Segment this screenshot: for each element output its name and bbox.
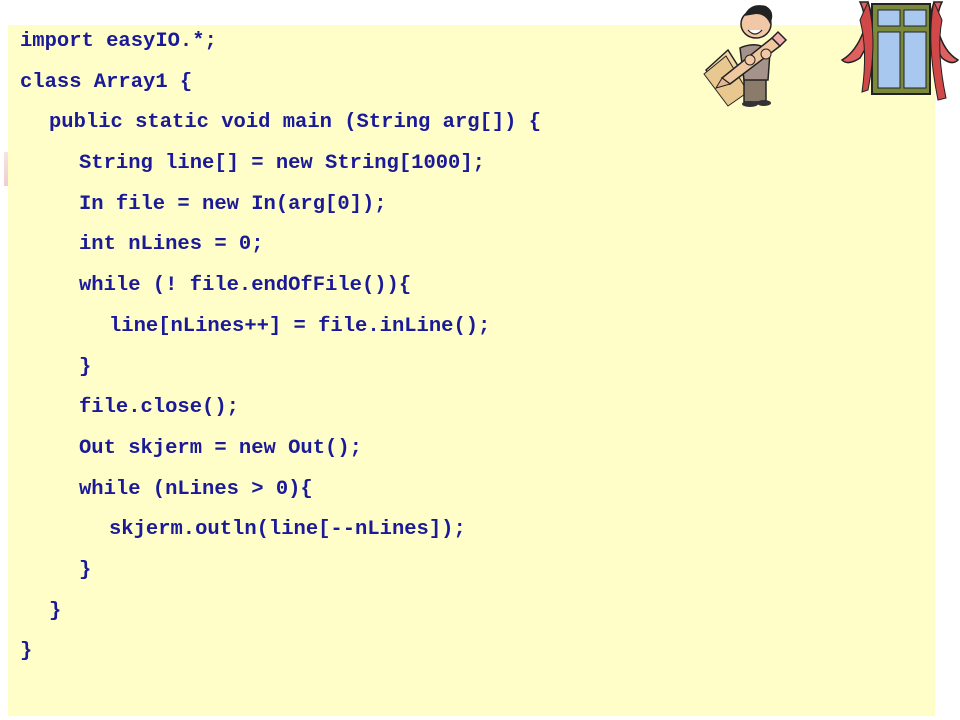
code-line: while (nLines > 0){ (79, 477, 313, 501)
code-line: class Array1 { (20, 70, 193, 94)
code-line: } (20, 640, 33, 664)
code-line: } (79, 558, 92, 582)
code-line: line[nLines++] = file.inLine(); (109, 314, 491, 338)
code-line: int nLines = 0; (79, 233, 264, 257)
code-block: import easyIO.*; class Array1 { public s… (20, 28, 541, 679)
code-line: } (49, 599, 62, 623)
code-line: skjerm.outln(line[--nLines]); (109, 518, 466, 542)
code-line: import easyIO.*; (20, 30, 217, 53)
code-line: file.close(); (79, 396, 239, 420)
man-with-pencil-illustration (703, 5, 788, 107)
window-with-curtains-illustration (840, 0, 960, 101)
code-line: In file = new In(arg[0]); (79, 192, 387, 216)
code-line: public static void main (String arg[]) { (49, 111, 542, 135)
code-line: } (79, 355, 92, 379)
code-line: Out skjerm = new Out(); (79, 436, 362, 460)
code-line: String line[] = new String[1000]; (79, 152, 485, 176)
code-line: while (! file.endOfFile()){ (79, 274, 412, 298)
